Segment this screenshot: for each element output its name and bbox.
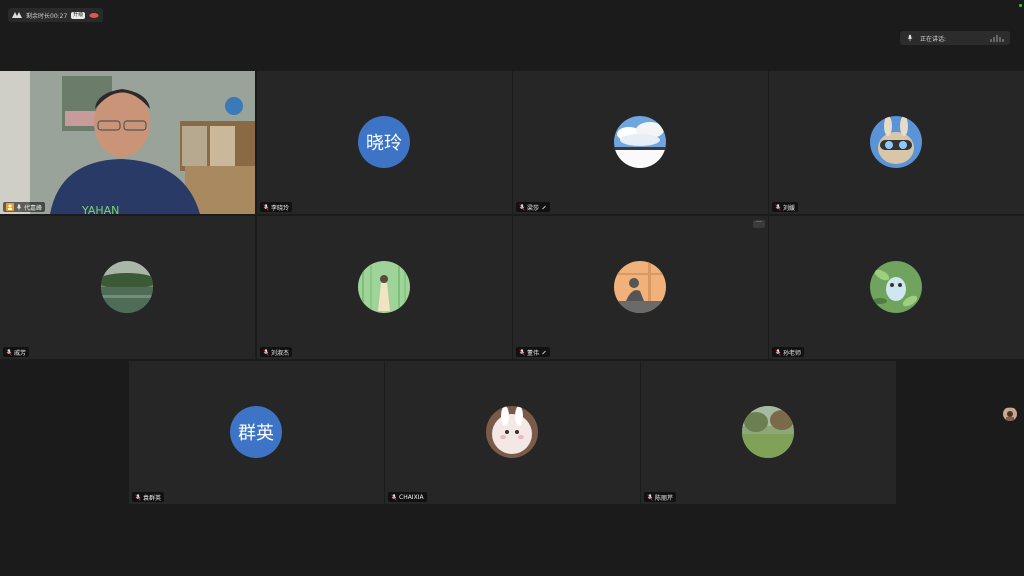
video-tile[interactable]: ··· 董伟 [513, 216, 768, 359]
participant-name: 董伟 [527, 349, 540, 357]
participant-nametag: 梁莎 [516, 202, 551, 212]
pencil-icon [541, 204, 547, 210]
video-tile[interactable]: 刘媛 [769, 71, 1024, 214]
participant-name: 陈丽芹 [655, 494, 674, 502]
participant-nametag: 陈丽芹 [644, 492, 677, 502]
avatar [870, 116, 922, 168]
participant-name: 代嘉峰 [24, 204, 43, 212]
cloud-record-icon[interactable] [89, 12, 99, 18]
participant-nametag: 刘淑杰 [260, 347, 293, 357]
participant-name: 刘媛 [783, 204, 796, 212]
avatar [358, 261, 410, 313]
video-tile[interactable]: 戚芳 [0, 216, 255, 359]
avatar [614, 261, 666, 313]
participant-video: YAHAN [0, 71, 255, 214]
top-bar: 剩余时长00:27 升级 正在讲话: [0, 0, 1024, 70]
avatar [486, 406, 538, 458]
host-icon [6, 203, 14, 211]
avatar: 晓玲 [358, 116, 410, 168]
mic-off-icon [263, 204, 269, 211]
participant-name: 李晓玲 [271, 204, 290, 212]
speaking-indicator: 正在讲话: [900, 31, 1010, 45]
svg-text:YAHAN: YAHAN [81, 204, 119, 214]
pencil-icon [541, 349, 547, 355]
connection-status-dot [1019, 4, 1022, 7]
video-tile[interactable]: 晓玲 李晓玲 [257, 71, 512, 214]
self-avatar[interactable] [1003, 407, 1017, 421]
meeting-timer[interactable]: 剩余时长00:27 升级 [8, 8, 104, 22]
more-options-button[interactable]: ··· [753, 220, 765, 228]
avatar [101, 261, 153, 313]
participant-name: 刘淑杰 [271, 349, 290, 357]
mic-off-icon [263, 349, 269, 356]
avatar: 群英 [230, 406, 282, 458]
mic-off-icon [647, 494, 653, 501]
video-tile[interactable]: 孙老师 [769, 216, 1024, 359]
participant-nametag: 刘媛 [772, 202, 799, 212]
video-tile[interactable]: 群英 袁群英 [129, 361, 384, 504]
mic-off-icon [519, 349, 525, 356]
mic-off-icon [6, 349, 12, 356]
participant-name: 孙老师 [783, 349, 802, 357]
speaking-label: 正在讲话: [920, 35, 947, 43]
participant-name: 袁群英 [143, 494, 162, 502]
video-tile[interactable]: 梁莎 [513, 71, 768, 214]
video-tile[interactable]: 陈丽芹 [641, 361, 896, 504]
mic-off-icon [135, 494, 141, 501]
video-tile[interactable]: YAHAN 代嘉峰 [0, 71, 255, 214]
upgrade-badge[interactable]: 升级 [71, 11, 86, 19]
mic-off-icon [775, 349, 781, 356]
meeting-logo-icon [12, 12, 22, 18]
participant-nametag: 袁群英 [132, 492, 165, 502]
mic-off-icon [391, 494, 397, 501]
mic-off-icon [775, 204, 781, 211]
participant-nametag: 董伟 [516, 347, 551, 357]
avatar [742, 406, 794, 458]
participant-name: 梁莎 [527, 204, 540, 212]
participant-nametag: 戚芳 [3, 347, 30, 357]
participant-nametag: 李晓玲 [260, 202, 293, 212]
participant-nametag: 代嘉峰 [3, 202, 46, 212]
participant-name: CHAIXIA [399, 493, 424, 501]
avatar [870, 261, 922, 313]
video-tile[interactable]: CHAIXIA [385, 361, 640, 504]
mic-icon [904, 34, 916, 42]
audio-level-icon [990, 34, 1004, 42]
participant-name: 戚芳 [14, 349, 27, 357]
participant-nametag: 孙老师 [772, 347, 805, 357]
avatar [614, 116, 666, 168]
mic-off-icon [519, 204, 525, 211]
mic-icon [16, 204, 22, 211]
video-tile[interactable]: 刘淑杰 [257, 216, 512, 359]
participant-nametag: CHAIXIA [388, 492, 427, 502]
timer-text: 剩余时长00:27 [26, 12, 68, 20]
